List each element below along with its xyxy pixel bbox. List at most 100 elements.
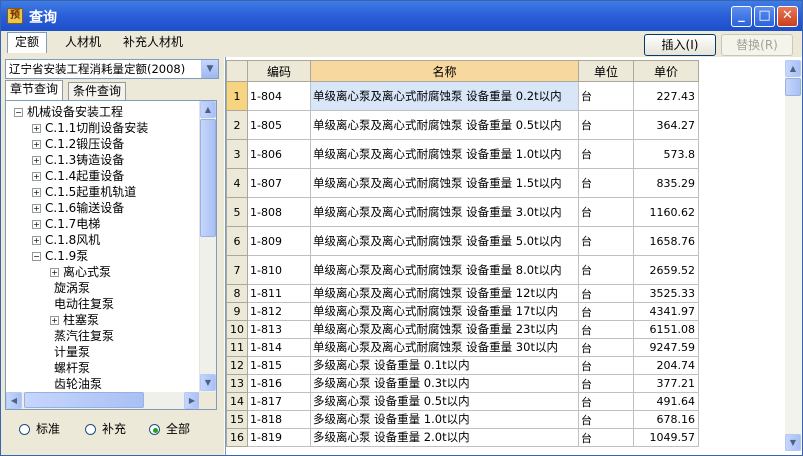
unit-cell[interactable]: 台 <box>578 197 634 227</box>
radio-standard[interactable] <box>19 424 30 435</box>
tree-item[interactable]: 计量泵 <box>50 344 90 360</box>
row-number[interactable]: 8 <box>226 284 248 303</box>
tree-item[interactable]: 螺杆泵 <box>50 360 90 376</box>
unit-cell[interactable]: 台 <box>578 110 634 140</box>
row-number[interactable]: 4 <box>226 168 248 198</box>
tab-supplement-labor-material-machine[interactable]: 补充人材机 <box>115 32 191 53</box>
replace-button[interactable]: 替换(R) <box>721 34 793 56</box>
expand-icon[interactable]: + <box>32 188 41 197</box>
expand-icon[interactable]: + <box>32 124 41 133</box>
code-cell[interactable]: 1-815 <box>247 356 311 375</box>
radio-all[interactable] <box>149 424 160 435</box>
name-cell[interactable]: 单级离心泵及离心式耐腐蚀泵 设备重量 0.2t以内 <box>310 81 579 111</box>
expand-icon[interactable]: + <box>50 268 59 277</box>
table-row[interactable]: 7 1-810 单级离心泵及离心式耐腐蚀泵 设备重量 8.0t以内台 2659.52 <box>226 255 699 285</box>
name-cell[interactable]: 单级离心泵及离心式耐腐蚀泵 设备重量 1.5t以内 <box>310 168 579 198</box>
price-cell[interactable]: 1049.57 <box>633 428 699 447</box>
row-number[interactable]: 6 <box>226 226 248 256</box>
scroll-up-icon[interactable]: ▲ <box>200 101 216 118</box>
radio-supplement[interactable] <box>85 424 96 435</box>
quota-grid[interactable]: 编码 名称 单位 单价 1 1-804 单级离心泵及离心式耐腐蚀泵 设备重量 0.2… <box>225 57 802 455</box>
tree-vertical-scrollbar[interactable]: ▲ ▼ <box>199 101 216 392</box>
tab-labor-material-machine[interactable]: 人材机 <box>57 32 109 53</box>
table-row[interactable]: 5 1-808 单级离心泵及离心式耐腐蚀泵 设备重量 3.0t以内台 1160.62 <box>226 197 699 227</box>
tree-item[interactable]: + C.1.6输送设备 <box>32 200 124 216</box>
grid-scroll-thumb[interactable] <box>785 78 801 96</box>
unit-cell[interactable]: 台 <box>578 139 634 169</box>
expand-icon[interactable]: + <box>32 220 41 229</box>
code-cell[interactable]: 1-804 <box>247 81 311 111</box>
row-number[interactable]: 12 <box>226 356 248 375</box>
scroll-left-icon[interactable]: ◀ <box>6 392 22 409</box>
table-row[interactable]: 12 1-815 多级离心泵 设备重量 0.1t以内台 204.74 <box>226 356 699 375</box>
row-number[interactable]: 1 <box>226 81 248 111</box>
row-number[interactable]: 13 <box>226 374 248 393</box>
name-cell[interactable]: 多级离心泵 设备重量 0.5t以内 <box>310 392 579 411</box>
expand-icon[interactable]: + <box>32 140 41 149</box>
code-cell[interactable]: 1-809 <box>247 226 311 256</box>
tree-item[interactable]: 齿轮油泵 <box>50 376 102 392</box>
code-cell[interactable]: 1-807 <box>247 168 311 198</box>
scroll-thumb-horizontal[interactable] <box>24 392 144 408</box>
filter-supplement[interactable]: 补充 <box>85 420 126 438</box>
table-row[interactable]: 8 1-811 单级离心泵及离心式耐腐蚀泵 设备重量 12t以内台 3525.33 <box>226 284 699 303</box>
row-number[interactable]: 14 <box>226 392 248 411</box>
name-cell[interactable]: 单级离心泵及离心式耐腐蚀泵 设备重量 3.0t以内 <box>310 197 579 227</box>
tree-item[interactable]: + 柱塞泵 <box>50 312 99 328</box>
maximize-button[interactable]: □ <box>754 6 775 27</box>
unit-cell[interactable]: 台 <box>578 255 634 285</box>
code-cell[interactable]: 1-819 <box>247 428 311 447</box>
tab-condition-query[interactable]: 条件查询 <box>68 82 127 100</box>
row-number[interactable]: 11 <box>226 338 248 357</box>
tree-item[interactable]: − C.1.9泵 <box>32 248 88 264</box>
scroll-down-icon[interactable]: ▼ <box>200 374 216 391</box>
expand-icon[interactable]: + <box>32 156 41 165</box>
grid-scroll-down-icon[interactable]: ▼ <box>785 434 801 451</box>
scroll-right-icon[interactable]: ▶ <box>184 392 200 409</box>
collapse-icon[interactable]: − <box>32 252 41 261</box>
name-cell[interactable]: 单级离心泵及离心式耐腐蚀泵 设备重量 8.0t以内 <box>310 255 579 285</box>
name-cell[interactable]: 多级离心泵 设备重量 1.0t以内 <box>310 410 579 429</box>
name-cell[interactable]: 单级离心泵及离心式耐腐蚀泵 设备重量 23t以内 <box>310 320 579 339</box>
close-button[interactable]: ✕ <box>777 6 798 27</box>
tree-horizontal-scrollbar[interactable]: ◀ ▶ <box>6 392 201 409</box>
name-cell[interactable]: 单级离心泵及离心式耐腐蚀泵 设备重量 12t以内 <box>310 284 579 303</box>
tree-item[interactable]: + C.1.7电梯 <box>32 216 100 232</box>
row-number[interactable]: 10 <box>226 320 248 339</box>
price-cell[interactable]: 1658.76 <box>633 226 699 256</box>
unit-cell[interactable]: 台 <box>578 356 634 375</box>
expand-icon[interactable]: + <box>50 316 59 325</box>
table-row[interactable]: 2 1-805 单级离心泵及离心式耐腐蚀泵 设备重量 0.5t以内台 364.27 <box>226 110 699 140</box>
tab-chapter-query[interactable]: 章节查询 <box>5 80 64 100</box>
column-header-name[interactable]: 名称 <box>310 60 579 82</box>
price-cell[interactable]: 204.74 <box>633 356 699 375</box>
tab-quota[interactable]: 定额 <box>7 32 48 53</box>
row-number[interactable]: 7 <box>226 255 248 285</box>
name-cell[interactable]: 多级离心泵 设备重量 0.1t以内 <box>310 356 579 375</box>
tree-item[interactable]: + C.1.4起重设备 <box>32 168 124 184</box>
tree-item[interactable]: 旋涡泵 <box>50 280 90 296</box>
unit-cell[interactable]: 台 <box>578 284 634 303</box>
collapse-icon[interactable]: − <box>14 108 23 117</box>
table-row[interactable]: 16 1-819 多级离心泵 设备重量 2.0t以内台 1049.57 <box>226 428 699 447</box>
price-cell[interactable]: 1160.62 <box>633 197 699 227</box>
table-row[interactable]: 13 1-816 多级离心泵 设备重量 0.3t以内台 377.21 <box>226 374 699 393</box>
name-cell[interactable]: 单级离心泵及离心式耐腐蚀泵 设备重量 1.0t以内 <box>310 139 579 169</box>
price-cell[interactable]: 491.64 <box>633 392 699 411</box>
unit-cell[interactable]: 台 <box>578 320 634 339</box>
price-cell[interactable]: 9247.59 <box>633 338 699 357</box>
tree-item[interactable]: + C.1.1切削设备安装 <box>32 120 148 136</box>
tree-item[interactable]: + C.1.5起重机轨道 <box>32 184 136 200</box>
row-number[interactable]: 16 <box>226 428 248 447</box>
table-row[interactable]: 1 1-804 单级离心泵及离心式耐腐蚀泵 设备重量 0.2t以内台 227.43 <box>226 81 699 111</box>
price-cell[interactable]: 678.16 <box>633 410 699 429</box>
unit-cell[interactable]: 台 <box>578 168 634 198</box>
price-cell[interactable]: 835.29 <box>633 168 699 198</box>
row-number[interactable]: 15 <box>226 410 248 429</box>
table-row[interactable]: 9 1-812 单级离心泵及离心式耐腐蚀泵 设备重量 17t以内台 4341.97 <box>226 302 699 321</box>
table-row[interactable]: 4 1-807 单级离心泵及离心式耐腐蚀泵 设备重量 1.5t以内台 835.29 <box>226 168 699 198</box>
unit-cell[interactable]: 台 <box>578 302 634 321</box>
filter-standard[interactable]: 标准 <box>19 420 60 438</box>
insert-button[interactable]: 插入(I) <box>644 34 716 56</box>
code-cell[interactable]: 1-814 <box>247 338 311 357</box>
